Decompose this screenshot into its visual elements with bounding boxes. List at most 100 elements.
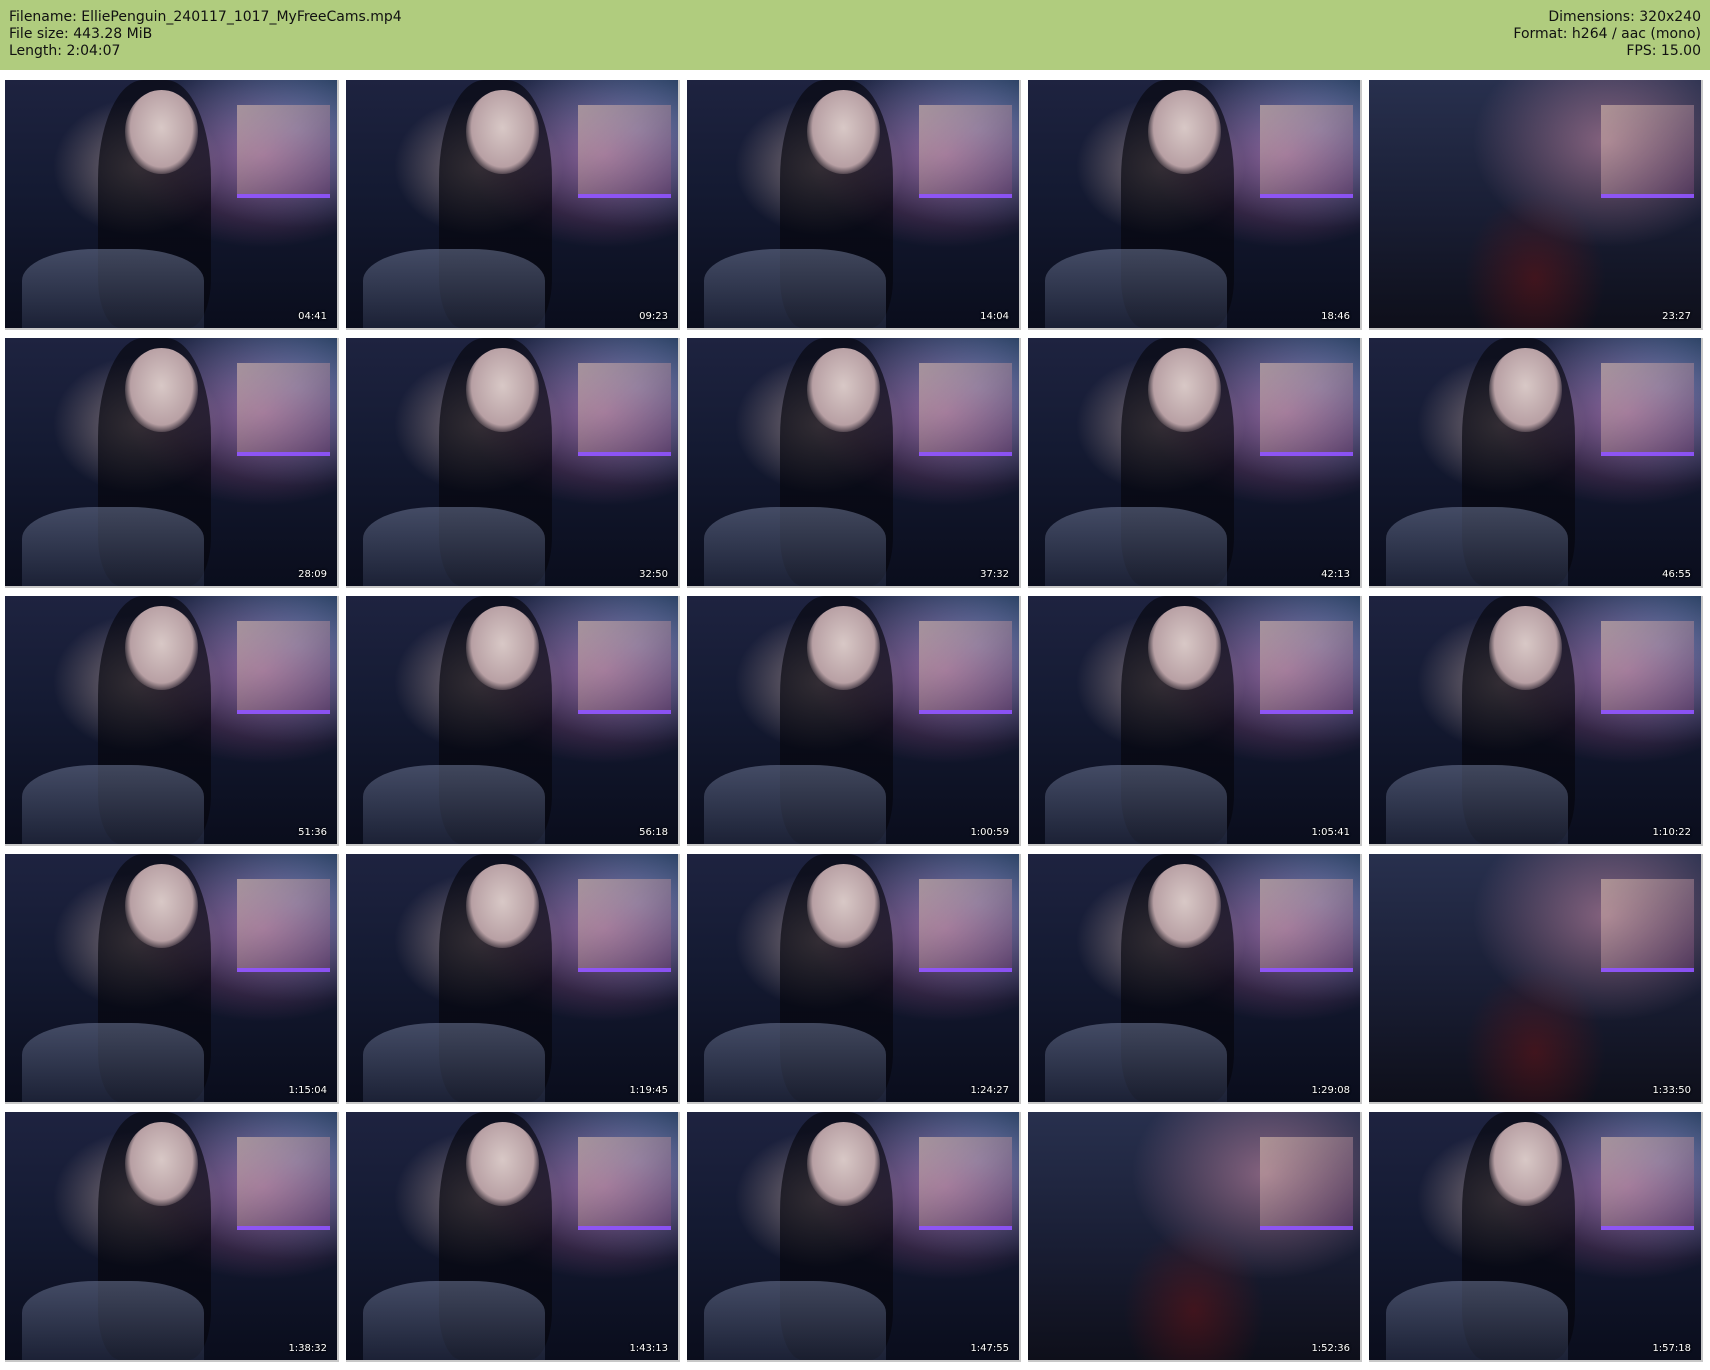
thumbnail-face-shape xyxy=(465,863,539,949)
thumbnail-face-shape xyxy=(124,347,198,433)
video-thumbnail: 1:24:27 xyxy=(687,854,1021,1104)
thumbnail-shirt-shape xyxy=(1385,506,1569,586)
thumbnail-face-shape xyxy=(124,1121,198,1207)
thumbnail-shelf-shape xyxy=(1601,620,1695,715)
format-text: Format: h264 / aac (mono) xyxy=(1513,26,1701,42)
thumbnail-shirt-shape xyxy=(1044,1022,1228,1102)
thumbnail-timestamp: 14:04 xyxy=(980,311,1009,322)
thumbnail-shirt-shape xyxy=(1044,764,1228,844)
thumbnail-timestamp: 1:24:27 xyxy=(970,1085,1009,1096)
video-thumbnail: 28:09 xyxy=(5,338,339,588)
video-thumbnail: 56:18 xyxy=(346,596,680,846)
thumbnail-shirt-shape xyxy=(703,1022,887,1102)
info-header: Filename: ElliePenguin_240117_1017_MyFre… xyxy=(0,0,1710,70)
thumbnail-timestamp: 1:38:32 xyxy=(288,1343,327,1354)
thumbnail-shirt-shape xyxy=(21,764,205,844)
thumbnail-shelf-shape xyxy=(578,878,672,973)
thumbnail-face-shape xyxy=(1147,347,1221,433)
filesize-text: File size: 443.28 MiB xyxy=(9,26,153,42)
thumbnail-timestamp: 37:32 xyxy=(980,569,1009,580)
thumbnail-shirt-shape xyxy=(1044,506,1228,586)
thumbnail-face-shape xyxy=(1488,1121,1562,1207)
thumbnail-shirt-shape xyxy=(362,1280,546,1360)
thumbnail-face-shape xyxy=(124,863,198,949)
thumbnail-shelf-shape xyxy=(1260,878,1354,973)
thumbnail-shelf-shape xyxy=(578,104,672,199)
thumbnail-face-shape xyxy=(465,605,539,691)
thumbnail-shelf-shape xyxy=(1260,1136,1354,1231)
thumbnail-shirt-shape xyxy=(21,248,205,328)
thumbnail-shirt-shape xyxy=(1385,1280,1569,1360)
thumbnail-grid: 04:41 09:23 14:04 18:46 23:27 28:09 32:50 37:32… xyxy=(5,80,1703,1362)
thumbnail-shelf-shape xyxy=(578,1136,672,1231)
video-thumbnail: 1:43:13 xyxy=(346,1112,680,1362)
thumbnail-face-shape xyxy=(806,347,880,433)
thumbnail-shirt-shape xyxy=(21,1280,205,1360)
thumbnail-face-shape xyxy=(806,605,880,691)
thumbnail-face-shape xyxy=(1488,605,1562,691)
video-thumbnail: 1:19:45 xyxy=(346,854,680,1104)
thumbnail-shelf-shape xyxy=(919,362,1013,457)
thumbnail-timestamp: 09:23 xyxy=(639,311,668,322)
thumbnail-shirt-shape xyxy=(1044,248,1228,328)
video-thumbnail: 1:00:59 xyxy=(687,596,1021,846)
thumbnail-shelf-shape xyxy=(237,1136,331,1231)
thumbnail-timestamp: 32:50 xyxy=(639,569,668,580)
thumbnail-shelf-shape xyxy=(1601,878,1695,973)
thumbnail-face-shape xyxy=(806,89,880,175)
thumbnail-face-shape xyxy=(1488,347,1562,433)
thumbnail-timestamp: 1:00:59 xyxy=(970,827,1009,838)
video-thumbnail: 1:33:50 xyxy=(1369,854,1703,1104)
video-thumbnail: 1:15:04 xyxy=(5,854,339,1104)
thumbnail-face-shape xyxy=(806,863,880,949)
thumbnail-shirt-shape xyxy=(703,506,887,586)
video-thumbnail: 23:27 xyxy=(1369,80,1703,330)
thumbnail-shelf-shape xyxy=(578,620,672,715)
thumbnail-shelf-shape xyxy=(237,878,331,973)
thumbnail-shirt-shape xyxy=(1385,764,1569,844)
video-thumbnail: 1:10:22 xyxy=(1369,596,1703,846)
thumbnail-timestamp: 1:10:22 xyxy=(1652,827,1691,838)
filename-text: Filename: ElliePenguin_240117_1017_MyFre… xyxy=(9,9,402,25)
video-thumbnail: 18:46 xyxy=(1028,80,1362,330)
thumbnail-face-shape xyxy=(124,89,198,175)
file-info-right: Dimensions: 320x240 Format: h264 / aac (… xyxy=(1513,9,1701,60)
thumbnail-face-shape xyxy=(806,1121,880,1207)
video-thumbnail: 14:04 xyxy=(687,80,1021,330)
thumbnail-shelf-shape xyxy=(919,620,1013,715)
thumbnail-timestamp: 46:55 xyxy=(1662,569,1691,580)
thumbnail-face-shape xyxy=(1147,89,1221,175)
video-thumbnail: 32:50 xyxy=(346,338,680,588)
thumbnail-timestamp: 23:27 xyxy=(1662,311,1691,322)
thumbnail-shelf-shape xyxy=(1601,1136,1695,1231)
thumbnail-face-shape xyxy=(465,347,539,433)
thumbnail-timestamp: 18:46 xyxy=(1321,311,1350,322)
video-thumbnail: 46:55 xyxy=(1369,338,1703,588)
thumbnail-shirt-shape xyxy=(703,764,887,844)
thumbnail-shirt-shape xyxy=(703,1280,887,1360)
thumbnail-timestamp: 1:43:13 xyxy=(629,1343,668,1354)
video-thumbnail: 1:05:41 xyxy=(1028,596,1362,846)
thumbnail-face-shape xyxy=(465,1121,539,1207)
video-thumbnail: 51:36 xyxy=(5,596,339,846)
thumbnail-shelf-shape xyxy=(578,362,672,457)
thumbnail-timestamp: 1:05:41 xyxy=(1311,827,1350,838)
video-thumbnail: 37:32 xyxy=(687,338,1021,588)
thumbnail-timestamp: 1:57:18 xyxy=(1652,1343,1691,1354)
thumbnail-shelf-shape xyxy=(237,362,331,457)
video-thumbnail: 04:41 xyxy=(5,80,339,330)
thumbnail-timestamp: 1:29:08 xyxy=(1311,1085,1350,1096)
thumbnail-shirt-shape xyxy=(362,506,546,586)
video-thumbnail: 1:29:08 xyxy=(1028,854,1362,1104)
thumbnail-shelf-shape xyxy=(1260,620,1354,715)
thumbnail-timestamp: 28:09 xyxy=(298,569,327,580)
thumbnail-shelf-shape xyxy=(1601,362,1695,457)
thumbnail-shelf-shape xyxy=(237,620,331,715)
thumbnail-shelf-shape xyxy=(919,1136,1013,1231)
video-thumbnail: 1:38:32 xyxy=(5,1112,339,1362)
file-info-left: Filename: ElliePenguin_240117_1017_MyFre… xyxy=(9,9,402,60)
fps-text: FPS: 15.00 xyxy=(1626,43,1701,59)
dimensions-text: Dimensions: 320x240 xyxy=(1548,9,1701,25)
thumbnail-shirt-shape xyxy=(362,248,546,328)
video-thumbnail: 1:52:36 xyxy=(1028,1112,1362,1362)
